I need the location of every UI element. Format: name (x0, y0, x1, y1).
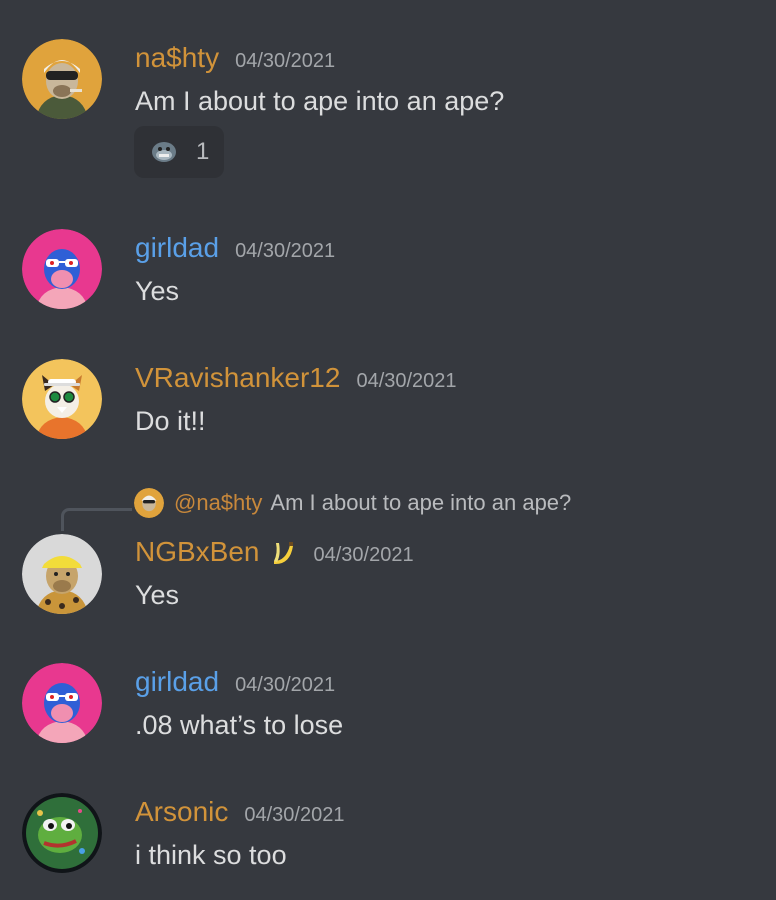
timestamp: 04/30/2021 (235, 674, 336, 696)
banana-icon (273, 542, 293, 565)
timestamp: 04/30/2021 (235, 240, 336, 262)
reply-mention[interactable]: @na$hty (174, 490, 262, 516)
message-text: Yes (135, 276, 180, 306)
reaction-count: 1 (196, 138, 210, 165)
ape-helmet-avatar-icon[interactable] (22, 39, 102, 119)
pepe-frog-avatar-icon[interactable] (22, 793, 102, 873)
timestamp: 04/30/2021 (313, 544, 414, 566)
cat-avatar-icon[interactable] (22, 359, 102, 439)
blue-ape-avatar-icon[interactable] (22, 229, 102, 309)
message-text: .08 what’s to lose (135, 710, 344, 740)
message-text: Do it!! (135, 406, 206, 436)
author-name[interactable]: girldad (135, 232, 219, 264)
ape-emoji-icon (152, 142, 176, 162)
reply-connector (61, 508, 132, 531)
ape-helmet-avatar-icon (134, 488, 164, 518)
reaction-button[interactable]: 1 (134, 126, 224, 178)
author-name[interactable]: VRavishanker12 (135, 362, 340, 394)
message-text: Am I about to ape into an ape? (135, 86, 505, 116)
author-name[interactable]: Arsonic (135, 796, 228, 828)
timestamp: 04/30/2021 (235, 50, 336, 72)
author-name[interactable]: na$hty (135, 42, 219, 74)
reply-text: Am I about to ape into an ape? (270, 490, 572, 515)
reply-reference[interactable]: @na$hty Am I about to ape into an ape? (134, 488, 571, 518)
message-text: i think so too (135, 840, 287, 870)
leopard-ape-avatar-icon[interactable] (22, 534, 102, 614)
timestamp: 04/30/2021 (356, 370, 457, 392)
timestamp: 04/30/2021 (244, 804, 345, 826)
author-name[interactable]: NGBxBen (135, 536, 260, 568)
message-text: Yes (135, 580, 180, 610)
blue-ape-avatar-icon[interactable] (22, 663, 102, 743)
author-name[interactable]: girldad (135, 666, 219, 698)
